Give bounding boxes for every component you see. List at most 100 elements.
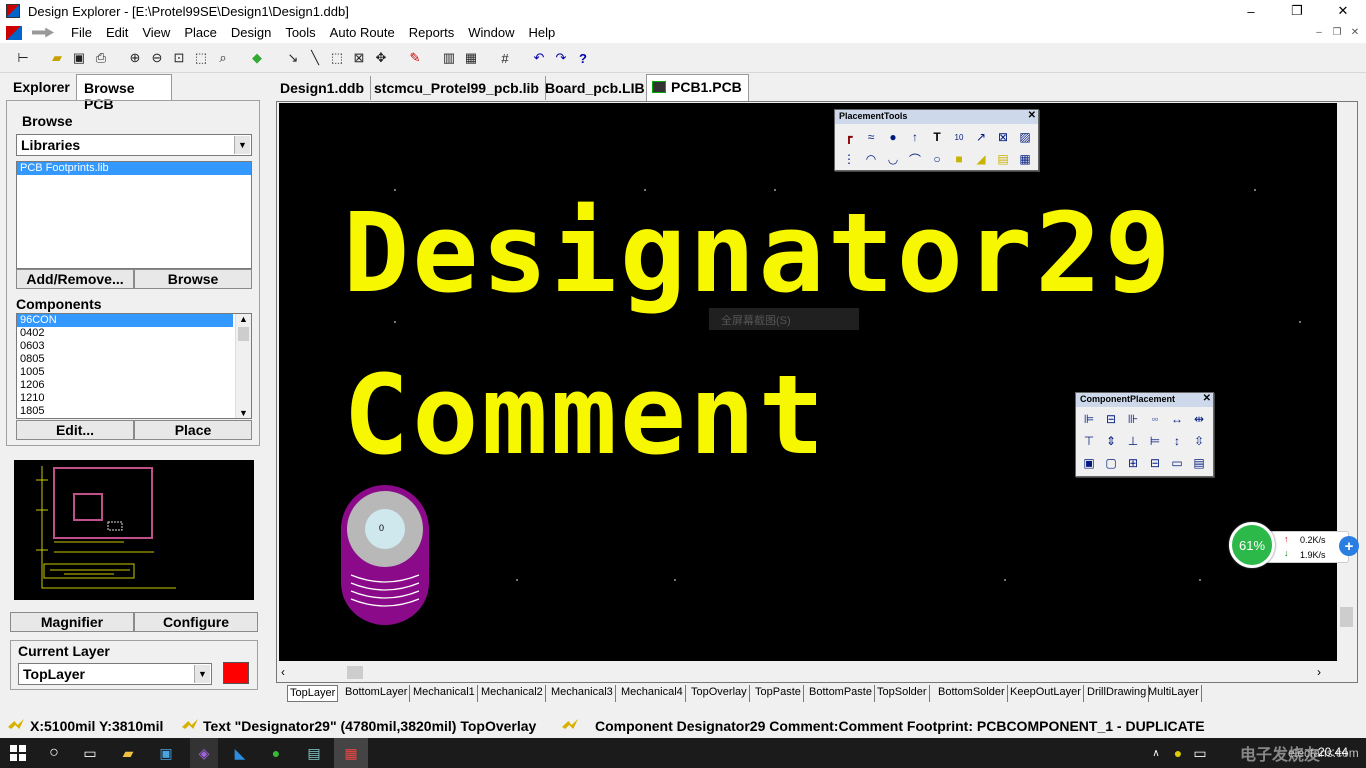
arc-wire-icon[interactable]: ≈ (862, 128, 880, 146)
mdi-minimize-button[interactable]: – (1311, 25, 1327, 39)
arrange-rect-icon[interactable]: ▢ (1102, 454, 1120, 472)
memory-percent-badge[interactable]: 61% (1229, 522, 1275, 568)
tab-board-lib[interactable]: Board_pcb.LIB (539, 76, 652, 100)
libraries-list[interactable]: PCB Footprints.lib (16, 161, 252, 269)
list-item[interactable]: 0603 (17, 340, 251, 353)
add-remove-button[interactable]: Add/Remove... (16, 269, 134, 289)
menu-auto-route[interactable]: Auto Route (323, 25, 402, 40)
list-item[interactable]: 1206 (17, 379, 251, 392)
fit-area-icon[interactable]: ⬚ (192, 49, 210, 67)
coordinate-icon[interactable]: 10 (950, 128, 968, 146)
layer-color-swatch[interactable] (223, 662, 249, 684)
place-button[interactable]: Place (134, 420, 252, 440)
align-left-icon[interactable]: ⊫ (1080, 410, 1098, 428)
chevron-right-icon[interactable]: › (1317, 665, 1321, 679)
layer-tab-mechanical1[interactable]: Mechanical1 (411, 685, 478, 702)
undo-icon[interactable]: ↶ (530, 49, 548, 67)
close-button[interactable]: ✕ (1320, 0, 1366, 22)
arc-any-icon[interactable]: ⌒ (906, 150, 924, 168)
pad-stack[interactable] (337, 483, 433, 629)
track-icon[interactable]: ┏ (840, 128, 858, 146)
list-item[interactable]: PCB Footprints.lib (17, 162, 251, 175)
list-item[interactable]: 1210 (17, 392, 251, 405)
arrow-icon[interactable] (32, 27, 54, 38)
string-icon[interactable]: T (928, 128, 946, 146)
chevron-down-icon[interactable]: ▼ (194, 665, 210, 683)
layer-tab-toplayer[interactable]: TopLayer (287, 685, 339, 702)
components-list[interactable]: 96CON 0402 0603 0805 1005 1206 1210 1805… (16, 313, 252, 419)
tray-expand-icon[interactable]: ∧ (1146, 743, 1166, 763)
zoom-out-icon[interactable]: ⊖ (148, 49, 166, 67)
board-mini-view[interactable] (14, 460, 254, 600)
remote-desktop-icon[interactable]: ▤ (304, 743, 324, 763)
select-icon[interactable]: ⬚ (328, 49, 346, 67)
zoom-points-icon[interactable]: ⌕ (214, 49, 232, 67)
list-item[interactable]: 0805 (17, 353, 251, 366)
list-item[interactable]: 0402 (17, 327, 251, 340)
menu-edit[interactable]: Edit (99, 25, 135, 40)
menu-design[interactable]: Design (224, 25, 278, 40)
help-icon[interactable]: ? (574, 49, 592, 67)
save-icon[interactable]: ▣ (70, 49, 88, 67)
space-vertical-increase-icon[interactable]: ↕ (1168, 432, 1186, 450)
scroll-thumb[interactable] (347, 666, 363, 679)
redo-icon[interactable]: ↷ (552, 49, 570, 67)
layer-tab-multilayer[interactable]: MultiLayer (1146, 685, 1202, 702)
auto-place-icon[interactable]: ▤ (1190, 454, 1208, 472)
component-icon[interactable]: ⊠ (994, 128, 1012, 146)
move-icon[interactable]: ✥ (372, 49, 390, 67)
layer-tab-bottompaste[interactable]: BottomPaste (807, 685, 875, 702)
pencil-icon[interactable]: ✎ (406, 49, 424, 67)
chevron-down-icon[interactable]: ▼ (234, 136, 250, 154)
menu-tools[interactable]: Tools (278, 25, 322, 40)
current-layer-select[interactable]: TopLayer ▼ (18, 663, 212, 685)
layer-tab-drilldrawing[interactable]: DrillDrawing (1085, 685, 1150, 702)
layer-tab-mechanical4[interactable]: Mechanical4 (619, 685, 686, 702)
network-speed-widget[interactable]: ↑ 0.2K/s ↓ 1.9K/s 61% + (1229, 522, 1359, 568)
placement-tools-title[interactable]: PlacementTools ✕ (835, 110, 1038, 124)
browse-button[interactable]: Browse (134, 269, 252, 289)
tab-browse-pcb[interactable]: Browse PCB (76, 74, 172, 112)
list-item[interactable]: 1805 (17, 405, 251, 418)
move-to-grid-icon[interactable]: ⊟ (1146, 454, 1164, 472)
align-right-icon[interactable]: ⊪ (1124, 410, 1142, 428)
app-icon-blue[interactable]: ▣ (156, 743, 176, 763)
space-horizontal-increase-icon[interactable]: ↔ (1168, 410, 1186, 428)
tab-design1-ddb[interactable]: Design1.ddb (274, 76, 372, 100)
plus-icon[interactable]: + (1339, 536, 1359, 556)
mdi-restore-button[interactable]: ❐ (1329, 25, 1345, 39)
browse-type-select[interactable]: Libraries ▼ (16, 134, 252, 156)
network-icon[interactable]: ▭ (1190, 743, 1210, 763)
component-placement-title[interactable]: ComponentPlacement ✕ (1076, 393, 1213, 407)
protel-taskbar-icon[interactable]: ▦ (334, 738, 368, 768)
document-icon[interactable] (6, 25, 22, 40)
horizontal-scrollbar[interactable]: ‹ › (277, 664, 1337, 682)
interactive-route-icon[interactable]: ↘ (284, 49, 302, 67)
space-horizontal-decrease-icon[interactable]: ⇹ (1190, 410, 1208, 428)
center-horizontal-icon[interactable]: ⊟ (1102, 410, 1120, 428)
close-icon[interactable]: ✕ (1028, 110, 1036, 121)
tab-pcb1-pcb[interactable]: PCB1.PCB (646, 74, 749, 101)
layer-tab-mechanical3[interactable]: Mechanical3 (549, 685, 616, 702)
list-item[interactable]: 1005 (17, 366, 251, 379)
align-top-icon[interactable]: ⊤ (1080, 432, 1098, 450)
deselect-icon[interactable]: ⊠ (350, 49, 368, 67)
layer-tab-keepoutlayer[interactable]: KeepOutLayer (1008, 685, 1084, 702)
space-horizontal-equal-icon[interactable]: ▫▫ (1146, 410, 1164, 428)
layer-tab-topsolder[interactable]: TopSolder (875, 685, 930, 702)
align-bottom-icon[interactable]: ⊥ (1124, 432, 1142, 450)
menu-file[interactable]: File (64, 25, 99, 40)
arc-center-icon[interactable]: ◠ (862, 150, 880, 168)
dimension-icon[interactable]: ↗ (972, 128, 990, 146)
menu-place[interactable]: Place (177, 25, 224, 40)
print-icon[interactable]: ⎙ (92, 49, 110, 67)
chat-icon[interactable]: ● (266, 743, 286, 763)
tab-explorer[interactable]: Explorer (6, 74, 76, 100)
chevron-up-icon[interactable]: ▲ (236, 314, 251, 324)
scroll-thumb[interactable] (1340, 607, 1353, 627)
edit-button[interactable]: Edit... (16, 420, 134, 440)
layer-tab-topoverlay[interactable]: TopOverlay (689, 685, 750, 702)
interactive-wire-icon[interactable]: ╲ (306, 49, 324, 67)
layer-tab-mechanical2[interactable]: Mechanical2 (479, 685, 546, 702)
room-icon[interactable]: ⋮ (840, 150, 858, 168)
